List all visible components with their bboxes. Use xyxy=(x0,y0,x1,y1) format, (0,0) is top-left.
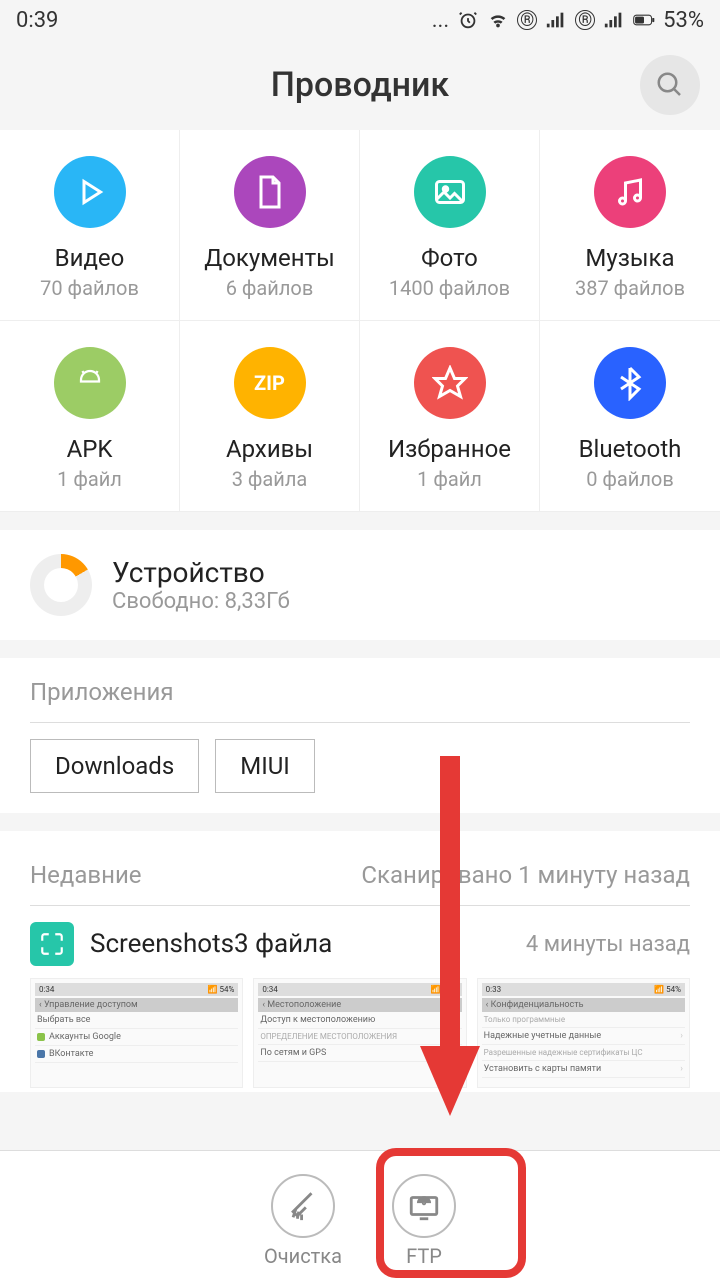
category-archives[interactable]: ZIP Архивы 3 файла xyxy=(180,321,360,512)
image-icon xyxy=(414,156,486,228)
recent-folder-time: 4 минуты назад xyxy=(526,932,690,957)
chip-downloads[interactable]: Downloads xyxy=(30,739,199,793)
category-count: 3 файла xyxy=(232,467,308,491)
thumbnail[interactable]: 0:34📶 54% ‹ Местоположение Доступ к мест… xyxy=(253,978,466,1088)
storage-row[interactable]: Устройство Свободно: 8,33Гб xyxy=(0,530,720,640)
music-icon xyxy=(594,156,666,228)
recent-folder-row[interactable]: Screenshots3 файла 4 минуты назад xyxy=(30,922,690,966)
category-favorites[interactable]: Избранное 1 файл xyxy=(360,321,540,512)
document-icon xyxy=(234,156,306,228)
broom-icon xyxy=(271,1174,335,1238)
storage-title: Устройство xyxy=(112,556,290,589)
recent-scan-time: Сканировано 1 минуту назад xyxy=(361,861,690,889)
storage-free: Свободно: 8,33Гб xyxy=(112,589,290,614)
category-count: 6 файлов xyxy=(226,276,314,300)
category-music[interactable]: Музыка 387 файлов xyxy=(540,130,720,321)
recent-thumbnails: 0:34📶 54% ‹ Управление доступом Выбрать … xyxy=(30,978,690,1088)
category-label: Избранное xyxy=(388,435,511,463)
signal-icon-2 xyxy=(603,9,625,31)
app-chips: Downloads MIUI xyxy=(30,739,690,793)
search-icon xyxy=(655,70,685,100)
bottom-bar: Очистка FTP xyxy=(0,1150,720,1280)
category-count: 1400 файлов xyxy=(389,276,510,300)
zip-icon: ZIP xyxy=(234,347,306,419)
category-apk[interactable]: APK 1 файл xyxy=(0,321,180,512)
status-icons: ... ® ® 53% xyxy=(432,8,704,33)
category-count: 70 файлов xyxy=(40,276,139,300)
category-bluetooth[interactable]: Bluetooth 0 файлов xyxy=(540,321,720,512)
category-count: 387 файлов xyxy=(575,276,685,300)
clean-button[interactable]: Очистка xyxy=(264,1174,342,1268)
divider xyxy=(30,722,690,723)
chip-miui[interactable]: MIUI xyxy=(215,739,315,793)
category-grid: Видео 70 файлов Документы 6 файлов Фото … xyxy=(0,130,720,512)
recent-folder-name: Screenshots3 файла xyxy=(90,929,510,959)
category-label: Архивы xyxy=(226,435,313,463)
battery-percent: 53% xyxy=(663,8,704,33)
category-count: 1 файл xyxy=(417,467,482,491)
category-label: Документы xyxy=(204,244,335,272)
more-icon: ... xyxy=(432,8,449,33)
thumbnail[interactable]: 0:33📶 54% ‹ Конфиденциальность Только пр… xyxy=(477,978,690,1088)
status-time: 0:39 xyxy=(16,8,58,33)
category-count: 0 файлов xyxy=(586,467,674,491)
ftp-icon xyxy=(392,1174,456,1238)
thumbnail[interactable]: 0:34📶 54% ‹ Управление доступом Выбрать … xyxy=(30,978,243,1088)
ftp-label: FTP xyxy=(406,1244,442,1268)
wifi-icon xyxy=(487,9,509,31)
category-label: Музыка xyxy=(585,244,674,272)
search-button[interactable] xyxy=(640,55,700,115)
category-count: 1 файл xyxy=(57,467,122,491)
category-label: Фото xyxy=(421,244,478,272)
apps-section: Приложения Downloads MIUI xyxy=(0,658,720,813)
category-video[interactable]: Видео 70 файлов xyxy=(0,130,180,321)
category-photos[interactable]: Фото 1400 файлов xyxy=(360,130,540,321)
recent-section: Недавние Сканировано 1 минуту назад Scre… xyxy=(0,831,720,1092)
play-icon xyxy=(54,156,126,228)
status-bar: 0:39 ... ® ® 53% xyxy=(0,0,720,40)
clean-label: Очистка xyxy=(264,1244,342,1268)
screenshot-icon xyxy=(30,922,74,966)
signal-icon-1 xyxy=(545,9,567,31)
recent-title: Недавние xyxy=(30,861,142,889)
battery-icon xyxy=(633,9,655,31)
star-icon xyxy=(414,347,486,419)
category-label: Видео xyxy=(55,244,125,272)
category-label: Bluetooth xyxy=(579,435,682,463)
apps-title: Приложения xyxy=(30,678,690,706)
storage-pie-icon xyxy=(30,554,92,616)
category-label: APK xyxy=(67,435,113,463)
page-title: Проводник xyxy=(271,65,449,105)
android-icon xyxy=(54,347,126,419)
ftp-button[interactable]: FTP xyxy=(392,1174,456,1268)
category-documents[interactable]: Документы 6 файлов xyxy=(180,130,360,321)
app-header: Проводник xyxy=(0,40,720,130)
registered-icon-2: ® xyxy=(575,10,595,30)
bluetooth-icon xyxy=(594,347,666,419)
divider xyxy=(30,905,690,906)
alarm-icon xyxy=(457,9,479,31)
registered-icon-1: ® xyxy=(517,10,537,30)
